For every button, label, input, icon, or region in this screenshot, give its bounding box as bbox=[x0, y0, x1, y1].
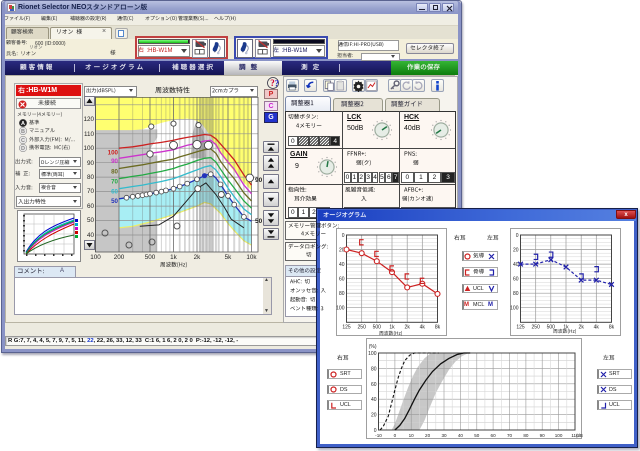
svg-text:80: 80 bbox=[513, 291, 519, 297]
svg-text:250: 250 bbox=[532, 324, 541, 330]
svg-text:40: 40 bbox=[513, 262, 519, 268]
svg-text:8k: 8k bbox=[609, 324, 615, 330]
svg-text:90: 90 bbox=[255, 177, 262, 184]
svg-text:8k: 8k bbox=[435, 324, 441, 330]
svg-text:D: D bbox=[21, 146, 25, 152]
svg-text:20: 20 bbox=[513, 247, 519, 253]
svg-text:100: 100 bbox=[108, 150, 119, 157]
svg-text:50: 50 bbox=[255, 218, 262, 225]
svg-text:80: 80 bbox=[111, 168, 118, 175]
svg-text:4k: 4k bbox=[594, 324, 600, 330]
svg-text:0: 0 bbox=[394, 433, 397, 438]
svg-text:100: 100 bbox=[510, 306, 519, 312]
svg-text:70: 70 bbox=[507, 433, 513, 438]
svg-text:1k: 1k bbox=[389, 324, 395, 330]
svg-text:?: ? bbox=[275, 79, 280, 89]
svg-text:40: 40 bbox=[339, 262, 345, 268]
svg-text:(dB): (dB) bbox=[576, 433, 583, 438]
svg-text:60: 60 bbox=[339, 276, 345, 282]
svg-text:20: 20 bbox=[371, 413, 377, 419]
svg-text:4k: 4k bbox=[420, 324, 426, 330]
svg-text:80: 80 bbox=[523, 433, 529, 438]
svg-text:60: 60 bbox=[491, 433, 497, 438]
svg-text:125: 125 bbox=[516, 324, 525, 330]
svg-text:2k: 2k bbox=[405, 324, 411, 330]
svg-text:B: B bbox=[21, 130, 25, 136]
svg-text:80: 80 bbox=[371, 366, 377, 372]
svg-text:500: 500 bbox=[373, 324, 382, 330]
svg-text:70: 70 bbox=[111, 179, 118, 186]
svg-text:A: A bbox=[21, 121, 25, 127]
svg-text:2k: 2k bbox=[579, 324, 585, 330]
svg-text:60: 60 bbox=[371, 382, 377, 388]
svg-text:50: 50 bbox=[111, 198, 118, 205]
svg-text:90: 90 bbox=[111, 158, 118, 165]
svg-text:100: 100 bbox=[336, 306, 345, 312]
svg-text:80: 80 bbox=[339, 291, 345, 297]
svg-text:-10: -10 bbox=[375, 433, 382, 438]
svg-text:(%): (%) bbox=[369, 344, 377, 350]
svg-text:30: 30 bbox=[441, 433, 447, 438]
svg-text:10: 10 bbox=[409, 433, 415, 438]
svg-text:60: 60 bbox=[513, 276, 519, 282]
svg-text:C: C bbox=[21, 138, 25, 144]
svg-text:60: 60 bbox=[111, 189, 118, 196]
svg-text:50: 50 bbox=[474, 433, 480, 438]
svg-text:40: 40 bbox=[458, 433, 464, 438]
svg-text:100: 100 bbox=[368, 351, 377, 357]
svg-text:0: 0 bbox=[516, 233, 519, 239]
svg-text:90: 90 bbox=[540, 433, 546, 438]
svg-text:0: 0 bbox=[342, 233, 345, 239]
svg-text:100: 100 bbox=[555, 433, 563, 438]
svg-text:20: 20 bbox=[425, 433, 431, 438]
svg-text:40: 40 bbox=[371, 397, 377, 403]
svg-text:125: 125 bbox=[342, 324, 351, 330]
svg-text:250: 250 bbox=[358, 324, 367, 330]
